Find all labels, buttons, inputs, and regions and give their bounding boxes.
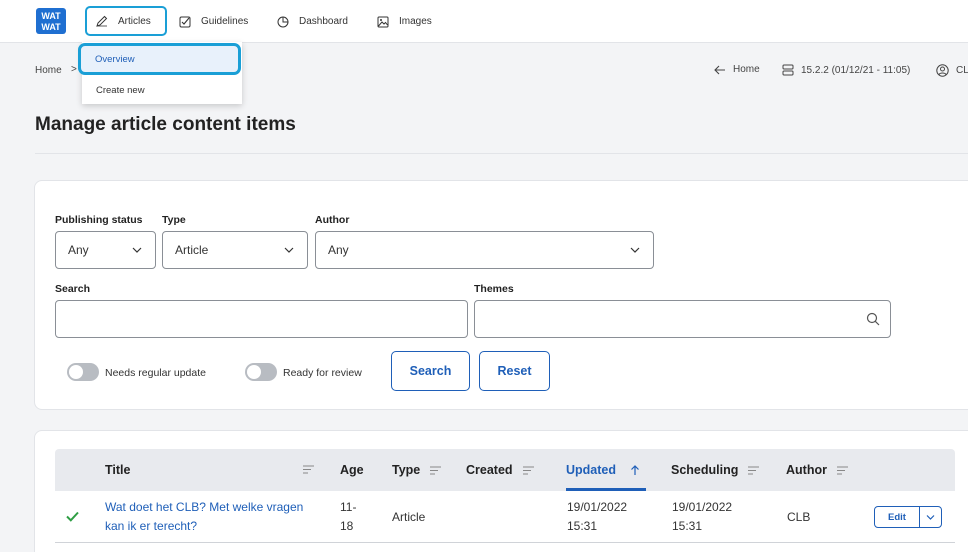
table-row-updated: 19/01/2022 15:31: [567, 498, 627, 536]
checkmark-icon: [66, 511, 79, 522]
image-icon: [377, 16, 389, 27]
ready-for-review-toggle[interactable]: [245, 363, 277, 381]
checkbox-icon: [179, 16, 191, 27]
author-select[interactable]: Any: [315, 231, 654, 269]
search-icon: [866, 312, 880, 326]
menu-item-overview-label: Overview: [95, 54, 135, 65]
ready-for-review-label: Ready for review: [283, 367, 362, 379]
user-menu[interactable]: CLB: [936, 64, 968, 77]
publishing-status-label: Publishing status: [55, 214, 143, 226]
nav-item-articles-label: Articles: [118, 15, 151, 27]
table-row-age: 11- 18: [340, 498, 356, 536]
chevron-down-icon: [926, 514, 935, 520]
row-divider: [55, 542, 955, 543]
column-type-label: Type: [392, 463, 421, 477]
scheduling-line-1: 19/01/2022: [672, 500, 733, 514]
articles-dropdown-menu: Overview Create new: [78, 42, 242, 104]
nav-item-dashboard-label: Dashboard: [299, 16, 348, 27]
column-header-created[interactable]: Created: [466, 463, 534, 477]
logo-line2: WAT: [41, 22, 61, 32]
column-title-label: Title: [105, 463, 131, 477]
edit-dropdown-toggle[interactable]: [920, 507, 941, 527]
table-row-title-link[interactable]: Wat doet het CLB? Met welke vragen kan i…: [105, 498, 303, 536]
author-value: Any: [328, 243, 349, 257]
table-row-author: CLB: [787, 510, 811, 524]
back-home-link[interactable]: Home: [714, 64, 760, 75]
column-header-title[interactable]: Title: [105, 463, 130, 477]
age-line-1: 11-: [340, 500, 357, 514]
nav-item-dashboard[interactable]: Dashboard: [277, 0, 348, 43]
type-value: Article: [175, 243, 209, 257]
nav-item-images[interactable]: Images: [377, 0, 432, 43]
title-line-1: Wat doet het CLB? Met welke vragen: [105, 500, 304, 514]
column-header-scheduling[interactable]: Scheduling: [671, 463, 760, 477]
table-row-scheduling: 19/01/2022 15:31: [672, 498, 732, 536]
watwat-logo[interactable]: WAT WAT: [36, 8, 66, 34]
author-label: Author: [315, 214, 350, 226]
themes-label: Themes: [474, 283, 514, 295]
column-header-age[interactable]: Age: [340, 463, 364, 477]
sort-icon: [836, 466, 848, 474]
edit-split-button: Edit: [874, 506, 942, 528]
page-title: Manage article content items: [35, 114, 296, 135]
column-scheduling-label: Scheduling: [671, 463, 739, 477]
chevron-down-icon: [284, 247, 294, 253]
age-line-2: 18: [340, 519, 354, 533]
server-icon: [782, 64, 794, 76]
column-age-label: Age: [340, 463, 364, 477]
sort-icon[interactable]: [303, 465, 314, 474]
type-label: Type: [162, 214, 186, 226]
column-header-updated[interactable]: Updated: [566, 463, 640, 477]
publishing-status-select[interactable]: Any: [55, 231, 156, 269]
table-row-type: Article: [392, 510, 426, 524]
themes-input[interactable]: [474, 300, 891, 338]
column-updated-label: Updated: [566, 463, 616, 477]
nav-item-guidelines[interactable]: Guidelines: [179, 0, 248, 43]
pie-chart-icon: [277, 16, 289, 27]
arrow-left-icon: [714, 65, 725, 74]
pencil-icon: [96, 15, 108, 27]
scheduling-line-2: 15:31: [672, 519, 703, 533]
publishing-status-value: Any: [68, 243, 89, 257]
breadcrumb-home[interactable]: Home: [35, 65, 62, 76]
chevron-down-icon: [630, 247, 640, 253]
menu-item-overview[interactable]: Overview: [78, 43, 241, 75]
back-home-label: Home: [733, 64, 760, 75]
column-created-label: Created: [466, 463, 513, 477]
search-button[interactable]: Search: [391, 351, 470, 391]
search-input[interactable]: [55, 300, 468, 338]
nav-item-images-label: Images: [399, 16, 432, 27]
updated-line-2: 15:31: [567, 519, 598, 533]
type-select[interactable]: Article: [162, 231, 308, 269]
user-circle-icon: [936, 64, 949, 77]
updated-line-1: 19/01/2022: [567, 500, 628, 514]
column-author-label: Author: [786, 463, 827, 477]
column-header-author[interactable]: Author: [786, 463, 848, 477]
user-name: CLB: [956, 65, 968, 76]
nav-item-guidelines-label: Guidelines: [201, 16, 249, 27]
sort-icon: [522, 466, 534, 474]
edit-button[interactable]: Edit: [875, 507, 920, 527]
sort-ascending-icon: [631, 464, 639, 475]
menu-item-create-new[interactable]: Create new: [96, 85, 145, 96]
active-sort-indicator: [566, 488, 646, 491]
chevron-down-icon: [132, 247, 142, 253]
breadcrumb-separator: >: [71, 64, 77, 75]
nav-item-articles[interactable]: Articles: [85, 6, 167, 36]
sort-icon: [430, 466, 442, 474]
sort-icon: [748, 466, 760, 474]
title-line-2: kan ik er terecht?: [105, 519, 198, 533]
reset-button[interactable]: Reset: [479, 351, 550, 391]
search-label: Search: [55, 283, 91, 295]
needs-regular-update-toggle[interactable]: [67, 363, 99, 381]
top-navigation-bar: WAT WAT Articles Guidelines Dashboard Im…: [0, 0, 968, 43]
logo-line1: WAT: [41, 11, 61, 21]
version-info: 15.2.2 (01/12/21 - 11:05): [782, 64, 910, 76]
column-header-type[interactable]: Type: [392, 463, 442, 477]
version-label: 15.2.2 (01/12/21 - 11:05): [801, 64, 911, 76]
needs-regular-update-label: Needs regular update: [105, 367, 206, 379]
title-divider: [35, 153, 968, 154]
